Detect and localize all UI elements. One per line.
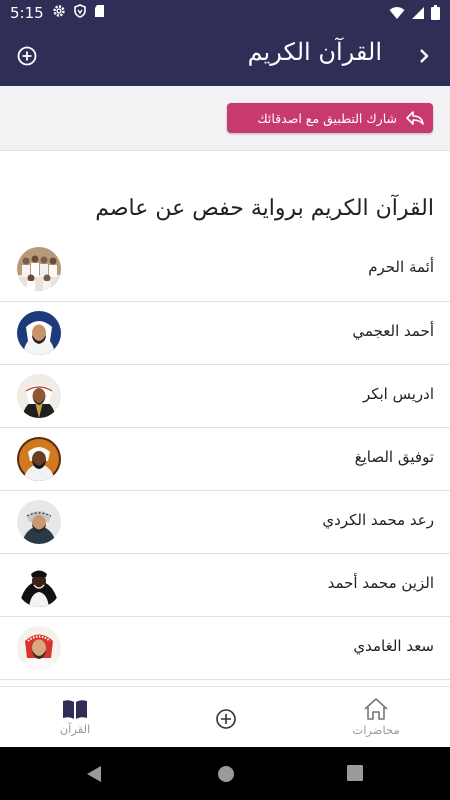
reciter-avatar xyxy=(17,563,61,607)
status-icons-left xyxy=(52,4,105,18)
reciter-name: سعد الغامدي xyxy=(353,637,434,655)
chevron-right-icon xyxy=(420,49,429,63)
reciter-name: الزين محمد أحمد xyxy=(327,574,434,592)
reciter-row[interactable]: ادريس ابكر xyxy=(0,365,450,428)
nav-item-quran[interactable]: القرآن xyxy=(50,687,100,748)
reciter-row[interactable]: سعد الغامدي xyxy=(0,617,450,680)
battery-icon xyxy=(431,5,440,20)
home-icon xyxy=(364,698,388,720)
reciter-name: أحمد العجمي xyxy=(352,322,434,340)
reciter-avatar xyxy=(17,500,61,544)
reciter-row[interactable]: توفيق الصايغ xyxy=(0,428,450,491)
book-icon xyxy=(63,700,87,719)
status-icons-right xyxy=(389,5,440,20)
nav-item-lectures[interactable]: محاضرات xyxy=(346,687,406,748)
nav-label-quran: القرآن xyxy=(59,722,91,736)
back-button[interactable] xyxy=(412,44,436,68)
reciter-name: أئمة الحرم xyxy=(368,258,434,276)
share-app-label: شارك التطبيق مع اصدقائك xyxy=(257,110,397,126)
system-nav-bar xyxy=(0,747,450,800)
reciter-name: رعد محمد الكردي xyxy=(322,511,434,529)
reciter-row[interactable]: أحمد العجمي xyxy=(0,302,450,365)
reciter-row[interactable]: رعد محمد الكردي xyxy=(0,491,450,554)
status-time: 5:15 xyxy=(10,4,44,22)
share-section: شارك التطبيق مع اصدقائك xyxy=(0,86,450,151)
reply-arrow-icon xyxy=(406,111,424,125)
reciter-avatar xyxy=(17,311,61,355)
share-app-button[interactable]: شارك التطبيق مع اصدقائك xyxy=(227,103,433,133)
sd-card-icon xyxy=(95,5,104,17)
section-title: القرآن الكريم برواية حفص عن عاصم xyxy=(95,196,434,221)
circle-plus-icon xyxy=(216,709,236,729)
bottom-nav: القرآن محاضرات xyxy=(0,686,450,748)
reciter-row[interactable]: الزين محمد أحمد xyxy=(0,554,450,617)
status-bar: 5:15 xyxy=(0,0,450,26)
reciters-list: أئمة الحرم أحمد العجمي ادريس ابكر توفيق … xyxy=(0,238,450,686)
circle-plus-icon xyxy=(17,46,37,66)
reciter-avatar xyxy=(17,626,61,670)
reciter-avatar xyxy=(17,437,61,481)
back-triangle-icon[interactable] xyxy=(84,764,104,784)
reciter-name: ادريس ابكر xyxy=(362,385,434,403)
recents-square-icon[interactable] xyxy=(346,764,364,782)
gear-icon xyxy=(53,5,65,17)
reciter-row[interactable]: أئمة الحرم xyxy=(0,238,450,302)
page-title: القرآن الكريم xyxy=(247,38,382,66)
shield-icon xyxy=(74,4,86,18)
reciter-avatar xyxy=(17,374,61,418)
signal-icon xyxy=(412,6,424,19)
home-circle-icon[interactable] xyxy=(216,764,236,784)
add-button[interactable] xyxy=(15,44,39,68)
reciter-avatar xyxy=(17,247,61,291)
app-bar: القرآن الكريم xyxy=(0,26,450,86)
reciter-name: توفيق الصايغ xyxy=(354,448,434,466)
wifi-icon xyxy=(389,6,405,19)
nav-label-lectures: محاضرات xyxy=(352,723,400,737)
